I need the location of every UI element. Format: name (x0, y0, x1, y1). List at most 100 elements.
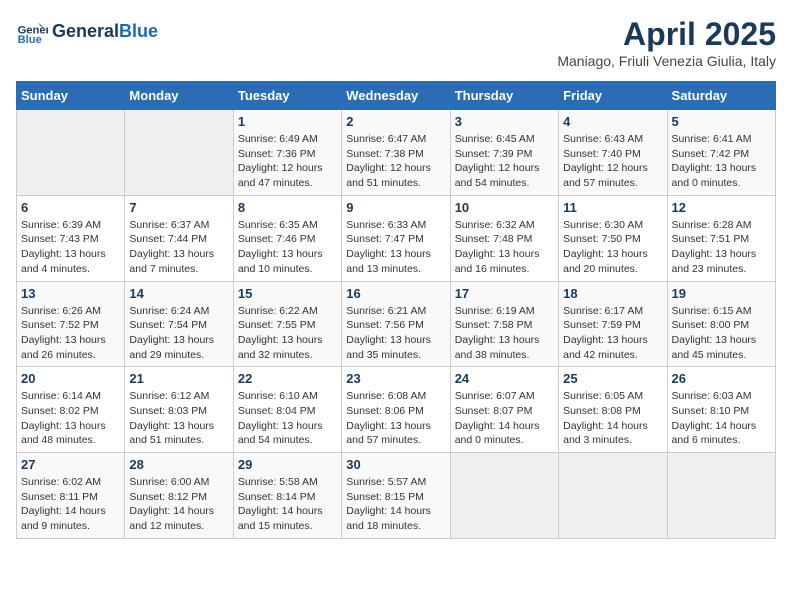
weekday-header-cell: Tuesday (233, 82, 341, 110)
day-number: 26 (672, 371, 771, 386)
calendar-day-cell: 13 Sunrise: 6:26 AMSunset: 7:52 PMDayligh… (17, 281, 125, 367)
day-detail: Sunrise: 6:07 AMSunset: 8:07 PMDaylight:… (455, 389, 554, 448)
day-number: 11 (563, 200, 662, 215)
calendar-day-cell: 6 Sunrise: 6:39 AMSunset: 7:43 PMDaylight… (17, 195, 125, 281)
day-number: 25 (563, 371, 662, 386)
calendar-day-cell: 14Sunrise: 6:24 AMSunset: 7:54 PMDayligh… (125, 281, 233, 367)
calendar-week-row: 13 Sunrise: 6:26 AMSunset: 7:52 PMDayligh… (17, 281, 776, 367)
day-number: 21 (129, 371, 228, 386)
day-number: 2 (346, 114, 445, 129)
day-number: 15 (238, 286, 337, 301)
day-number: 10 (455, 200, 554, 215)
day-detail: Sunrise: 6:43 AMSunset: 7:40 PMDaylight:… (563, 132, 662, 191)
day-number: 17 (455, 286, 554, 301)
day-detail: Sunrise: 6:37 AMSunset: 7:44 PMDaylight:… (129, 218, 228, 277)
day-detail: Sunrise: 6:17 AMSunset: 7:59 PMDaylight:… (563, 304, 662, 363)
day-number: 27 (21, 457, 120, 472)
calendar-day-cell: 18 Sunrise: 6:17 AMSunset: 7:59 PMDayligh… (559, 281, 667, 367)
day-detail: Sunrise: 6:33 AMSunset: 7:47 PMDaylight:… (346, 218, 445, 277)
day-detail: Sunrise: 6:08 AMSunset: 8:06 PMDaylight:… (346, 389, 445, 448)
weekday-header-cell: Saturday (667, 82, 775, 110)
weekday-header-cell: Friday (559, 82, 667, 110)
day-number: 13 (21, 286, 120, 301)
day-number: 18 (563, 286, 662, 301)
calendar-day-cell: 16 Sunrise: 6:21 AMSunset: 7:56 PMDayligh… (342, 281, 450, 367)
day-detail: Sunrise: 6:19 AMSunset: 7:58 PMDaylight:… (455, 304, 554, 363)
day-number: 28 (129, 457, 228, 472)
weekday-header-cell: Wednesday (342, 82, 450, 110)
day-detail: Sunrise: 6:49 AMSunset: 7:36 PMDaylight:… (238, 132, 337, 191)
calendar-day-cell: 11 Sunrise: 6:30 AMSunset: 7:50 PMDayligh… (559, 195, 667, 281)
calendar-day-cell: 29Sunrise: 5:58 AMSunset: 8:14 PMDayligh… (233, 453, 341, 539)
day-detail: Sunrise: 6:30 AMSunset: 7:50 PMDaylight:… (563, 218, 662, 277)
calendar-day-cell: 27Sunrise: 6:02 AMSunset: 8:11 PMDayligh… (17, 453, 125, 539)
day-detail: Sunrise: 6:21 AMSunset: 7:56 PMDaylight:… (346, 304, 445, 363)
day-detail: Sunrise: 6:10 AMSunset: 8:04 PMDaylight:… (238, 389, 337, 448)
weekday-header-cell: Sunday (17, 82, 125, 110)
calendar-day-cell (667, 453, 775, 539)
weekday-header-cell: Thursday (450, 82, 558, 110)
calendar-day-cell: 20 Sunrise: 6:14 AMSunset: 8:02 PMDayligh… (17, 367, 125, 453)
calendar-day-cell: 25 Sunrise: 6:05 AMSunset: 8:08 PMDayligh… (559, 367, 667, 453)
calendar-day-cell (17, 110, 125, 196)
day-detail: Sunrise: 6:03 AMSunset: 8:10 PMDaylight:… (672, 389, 771, 448)
day-number: 4 (563, 114, 662, 129)
day-number: 12 (672, 200, 771, 215)
calendar-day-cell: 17 Sunrise: 6:19 AMSunset: 7:58 PMDayligh… (450, 281, 558, 367)
calendar-day-cell: 28Sunrise: 6:00 AMSunset: 8:12 PMDayligh… (125, 453, 233, 539)
calendar-table: SundayMondayTuesdayWednesdayThursdayFrid… (16, 81, 776, 539)
day-detail: Sunrise: 6:24 AMSunset: 7:54 PMDaylight:… (129, 304, 228, 363)
calendar-week-row: 1 Sunrise: 6:49 AMSunset: 7:36 PMDaylight… (17, 110, 776, 196)
day-detail: Sunrise: 5:57 AMSunset: 8:15 PMDaylight:… (346, 475, 445, 534)
day-detail: Sunrise: 6:47 AMSunset: 7:38 PMDaylight:… (346, 132, 445, 191)
day-detail: Sunrise: 6:14 AMSunset: 8:02 PMDaylight:… (21, 389, 120, 448)
day-detail: Sunrise: 5:58 AMSunset: 8:14 PMDaylight:… (238, 475, 337, 534)
calendar-day-cell: 10 Sunrise: 6:32 AMSunset: 7:48 PMDayligh… (450, 195, 558, 281)
calendar-day-cell: 7Sunrise: 6:37 AMSunset: 7:44 PMDaylight… (125, 195, 233, 281)
calendar-day-cell: 21Sunrise: 6:12 AMSunset: 8:03 PMDayligh… (125, 367, 233, 453)
calendar-day-cell (450, 453, 558, 539)
day-number: 30 (346, 457, 445, 472)
calendar-day-cell: 8 Sunrise: 6:35 AMSunset: 7:46 PMDaylight… (233, 195, 341, 281)
day-number: 9 (346, 200, 445, 215)
location: Maniago, Friuli Venezia Giulia, Italy (557, 53, 776, 69)
calendar-day-cell: 4 Sunrise: 6:43 AMSunset: 7:40 PMDaylight… (559, 110, 667, 196)
day-number: 24 (455, 371, 554, 386)
calendar-week-row: 6 Sunrise: 6:39 AMSunset: 7:43 PMDaylight… (17, 195, 776, 281)
weekday-header-cell: Monday (125, 82, 233, 110)
day-number: 22 (238, 371, 337, 386)
calendar-day-cell (559, 453, 667, 539)
day-number: 3 (455, 114, 554, 129)
day-detail: Sunrise: 6:35 AMSunset: 7:46 PMDaylight:… (238, 218, 337, 277)
calendar-day-cell: 30 Sunrise: 5:57 AMSunset: 8:15 PMDayligh… (342, 453, 450, 539)
day-detail: Sunrise: 6:15 AMSunset: 8:00 PMDaylight:… (672, 304, 771, 363)
calendar-body: 1 Sunrise: 6:49 AMSunset: 7:36 PMDaylight… (17, 110, 776, 539)
month-title: April 2025 (557, 16, 776, 53)
day-detail: Sunrise: 6:39 AMSunset: 7:43 PMDaylight:… (21, 218, 120, 277)
calendar-week-row: 27Sunrise: 6:02 AMSunset: 8:11 PMDayligh… (17, 453, 776, 539)
calendar-day-cell: 5Sunrise: 6:41 AMSunset: 7:42 PMDaylight… (667, 110, 775, 196)
calendar-day-cell: 22 Sunrise: 6:10 AMSunset: 8:04 PMDayligh… (233, 367, 341, 453)
day-number: 19 (672, 286, 771, 301)
logo-text: GeneralBlue (52, 22, 158, 42)
calendar-day-cell (125, 110, 233, 196)
calendar-day-cell: 26 Sunrise: 6:03 AMSunset: 8:10 PMDayligh… (667, 367, 775, 453)
day-detail: Sunrise: 6:32 AMSunset: 7:48 PMDaylight:… (455, 218, 554, 277)
day-detail: Sunrise: 6:05 AMSunset: 8:08 PMDaylight:… (563, 389, 662, 448)
calendar-day-cell: 12 Sunrise: 6:28 AMSunset: 7:51 PMDayligh… (667, 195, 775, 281)
day-number: 1 (238, 114, 337, 129)
day-number: 6 (21, 200, 120, 215)
day-number: 20 (21, 371, 120, 386)
logo-icon: General Blue (16, 16, 48, 48)
day-number: 23 (346, 371, 445, 386)
logo: General Blue GeneralBlue (16, 16, 158, 48)
day-number: 16 (346, 286, 445, 301)
day-detail: Sunrise: 6:41 AMSunset: 7:42 PMDaylight:… (672, 132, 771, 191)
day-detail: Sunrise: 6:22 AMSunset: 7:55 PMDaylight:… (238, 304, 337, 363)
calendar-day-cell: 15 Sunrise: 6:22 AMSunset: 7:55 PMDayligh… (233, 281, 341, 367)
day-detail: Sunrise: 6:26 AMSunset: 7:52 PMDaylight:… (21, 304, 120, 363)
calendar-week-row: 20 Sunrise: 6:14 AMSunset: 8:02 PMDayligh… (17, 367, 776, 453)
calendar-day-cell: 3Sunrise: 6:45 AMSunset: 7:39 PMDaylight… (450, 110, 558, 196)
day-detail: Sunrise: 6:28 AMSunset: 7:51 PMDaylight:… (672, 218, 771, 277)
day-number: 8 (238, 200, 337, 215)
